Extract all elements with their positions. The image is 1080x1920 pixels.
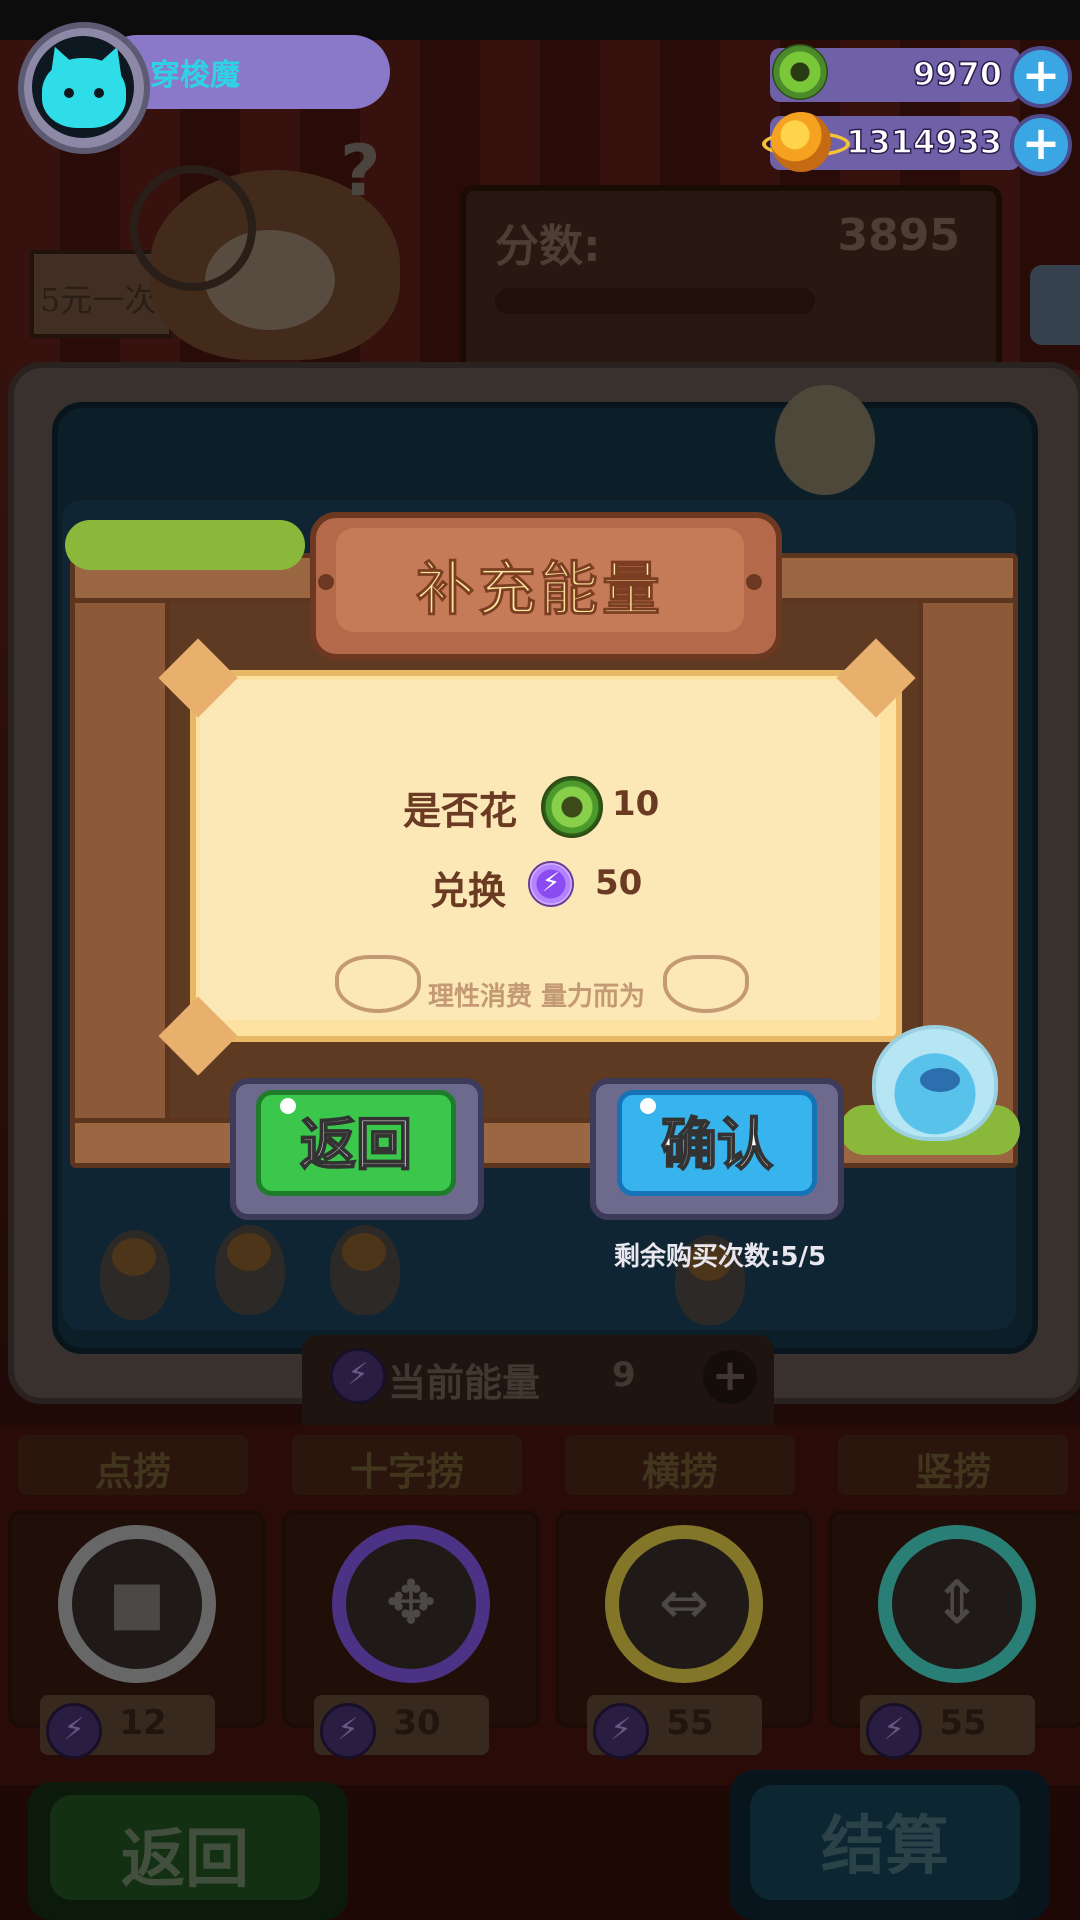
dialog-title: 补充能量 (415, 555, 664, 624)
coin-count: 1314933 (845, 122, 1002, 162)
dialog-confirm-label: 确认 (660, 1112, 774, 1179)
moss-decoration (65, 520, 305, 570)
gem-count: 9970 (912, 54, 1003, 94)
avatar[interactable] (32, 36, 134, 138)
dialog-back-label: 返回 (299, 1112, 413, 1179)
dialog-paper-inner (200, 680, 880, 1020)
remaining-purchases: 剩余购买次数:5/5 (613, 1242, 827, 1272)
cat-eye (64, 88, 74, 98)
rivet (318, 574, 334, 590)
player-name: 穿梭魔 (150, 58, 240, 93)
cat-doodle-icon (335, 955, 421, 1013)
spending-hint: 理性消费 量力而为 (428, 982, 646, 1012)
dialog-post-left (70, 560, 170, 1150)
lightning-bolt-icon: ⚡ (528, 861, 574, 907)
exchange-amount: 50 (595, 863, 643, 903)
add-gems-button[interactable]: + (1010, 46, 1072, 108)
green-donut-coin-icon (541, 776, 603, 838)
add-coins-button[interactable]: + (1010, 114, 1072, 176)
cat-doodle-icon (663, 955, 749, 1013)
cat-eye (94, 88, 104, 98)
bowl-fish (920, 1068, 960, 1092)
rivet (746, 574, 762, 590)
exchange-prefix: 兑换 (430, 869, 507, 913)
cost-amount: 10 (612, 784, 660, 824)
cost-prefix: 是否花 (403, 789, 518, 833)
cat-avatar-icon (42, 58, 126, 128)
